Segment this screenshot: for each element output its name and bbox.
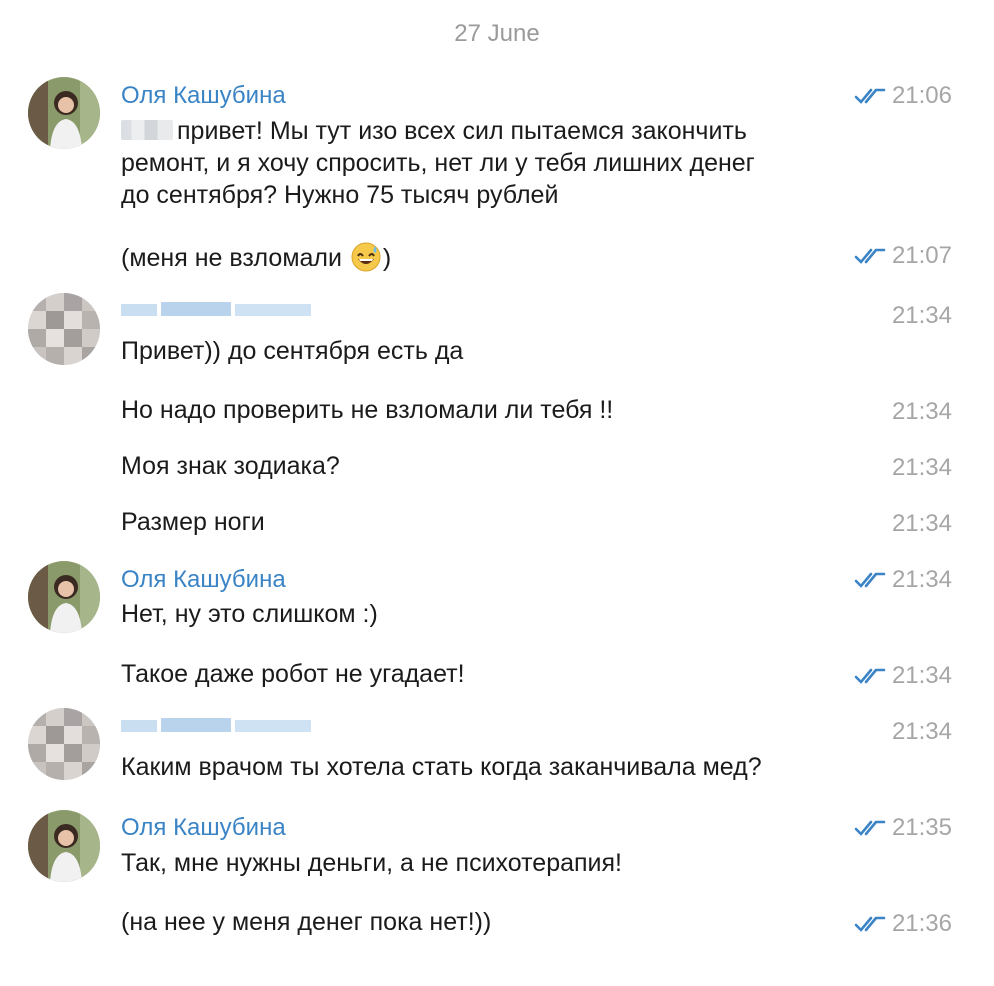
avatar[interactable]: [28, 561, 100, 633]
message-time: 21:34: [891, 510, 952, 537]
date-separator: 27 June: [454, 20, 540, 47]
message-text[interactable]: Каким врачом ты хотела стать когда закан…: [121, 751, 762, 783]
double-check-icon: [854, 248, 886, 264]
double-check-icon: [854, 668, 886, 684]
message-text[interactable]: Моя знак зодиака?: [121, 450, 340, 482]
blurred-sender-name: [121, 716, 311, 736]
message-time: 21:34: [891, 662, 952, 689]
message-time: 21:34: [891, 454, 952, 481]
message-text[interactable]: Но надо проверить не взломали ли тебя !!: [121, 394, 613, 426]
message-text[interactable]: (на нее у меня денег пока нет!)): [121, 906, 491, 938]
sender-name[interactable]: Оля Кашубина: [121, 566, 286, 594]
message-text[interactable]: Нет, ну это слишком :): [121, 598, 378, 630]
pixelated-avatar[interactable]: [28, 708, 100, 780]
grinning-sweat-emoji: [351, 242, 381, 272]
message-time: 21:34: [891, 718, 952, 745]
avatar[interactable]: [28, 810, 100, 882]
message-time: 21:06: [891, 82, 952, 109]
message-time: 21:36: [891, 910, 952, 937]
message-text[interactable]: Такое даже робот не угадает!: [121, 658, 465, 690]
message-text[interactable]: Размер ноги: [121, 506, 265, 538]
double-check-icon: [854, 916, 886, 932]
message-text[interactable]: (меня не взломали ): [121, 242, 391, 274]
message-time: 21:34: [891, 566, 952, 593]
message-time: 21:34: [891, 398, 952, 425]
sender-name[interactable]: Оля Кашубина: [121, 814, 286, 842]
message-text[interactable]: Так, мне нужны деньги, а не психотерапия…: [121, 847, 622, 879]
message-text[interactable]: привет! Мы тут изо всех сил пытаемся зак…: [121, 115, 755, 211]
pixelated-avatar[interactable]: [28, 293, 100, 365]
message-time: 21:07: [891, 242, 952, 269]
message-text[interactable]: Привет)) до сентября есть да: [121, 335, 463, 367]
blurred-name: [121, 120, 173, 140]
double-check-icon: [854, 88, 886, 104]
message-time: 21:34: [891, 302, 952, 329]
blurred-sender-name: [121, 300, 311, 320]
double-check-icon: [854, 820, 886, 836]
avatar[interactable]: [28, 77, 100, 149]
double-check-icon: [854, 572, 886, 588]
message-time: 21:35: [891, 814, 952, 841]
sender-name[interactable]: Оля Кашубина: [121, 82, 286, 110]
